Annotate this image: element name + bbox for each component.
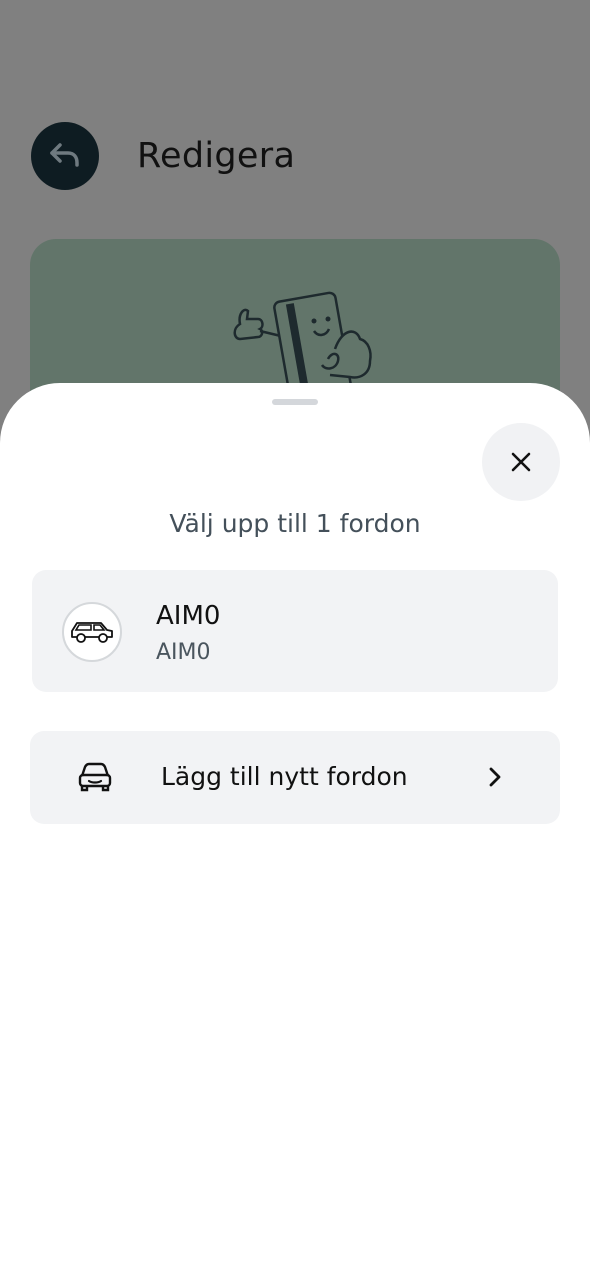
sheet-title: Välj upp till 1 fordon <box>169 509 421 538</box>
vehicle-name: AIM0 <box>156 601 221 631</box>
close-button[interactable] <box>482 423 560 501</box>
vehicle-plate: AIM0 <box>156 640 211 665</box>
add-vehicle-button[interactable]: Lägg till nytt fordon <box>30 731 560 824</box>
page-title: Redigera <box>137 136 296 176</box>
vehicle-picker-sheet: Välj upp till 1 fordon AIM0 AIM0 Lägg ti… <box>0 383 590 1279</box>
chevron-right-icon <box>489 767 501 787</box>
back-arrow-icon <box>50 143 79 167</box>
back-button[interactable] <box>31 122 99 190</box>
add-vehicle-label: Lägg till nytt fordon <box>161 762 408 791</box>
car-icon <box>71 622 113 643</box>
sheet-drag-handle[interactable] <box>272 399 318 405</box>
close-icon <box>511 452 531 472</box>
car-front-icon <box>78 762 112 792</box>
vehicle-list-item[interactable]: AIM0 AIM0 <box>32 570 558 692</box>
vehicle-avatar <box>62 602 122 662</box>
